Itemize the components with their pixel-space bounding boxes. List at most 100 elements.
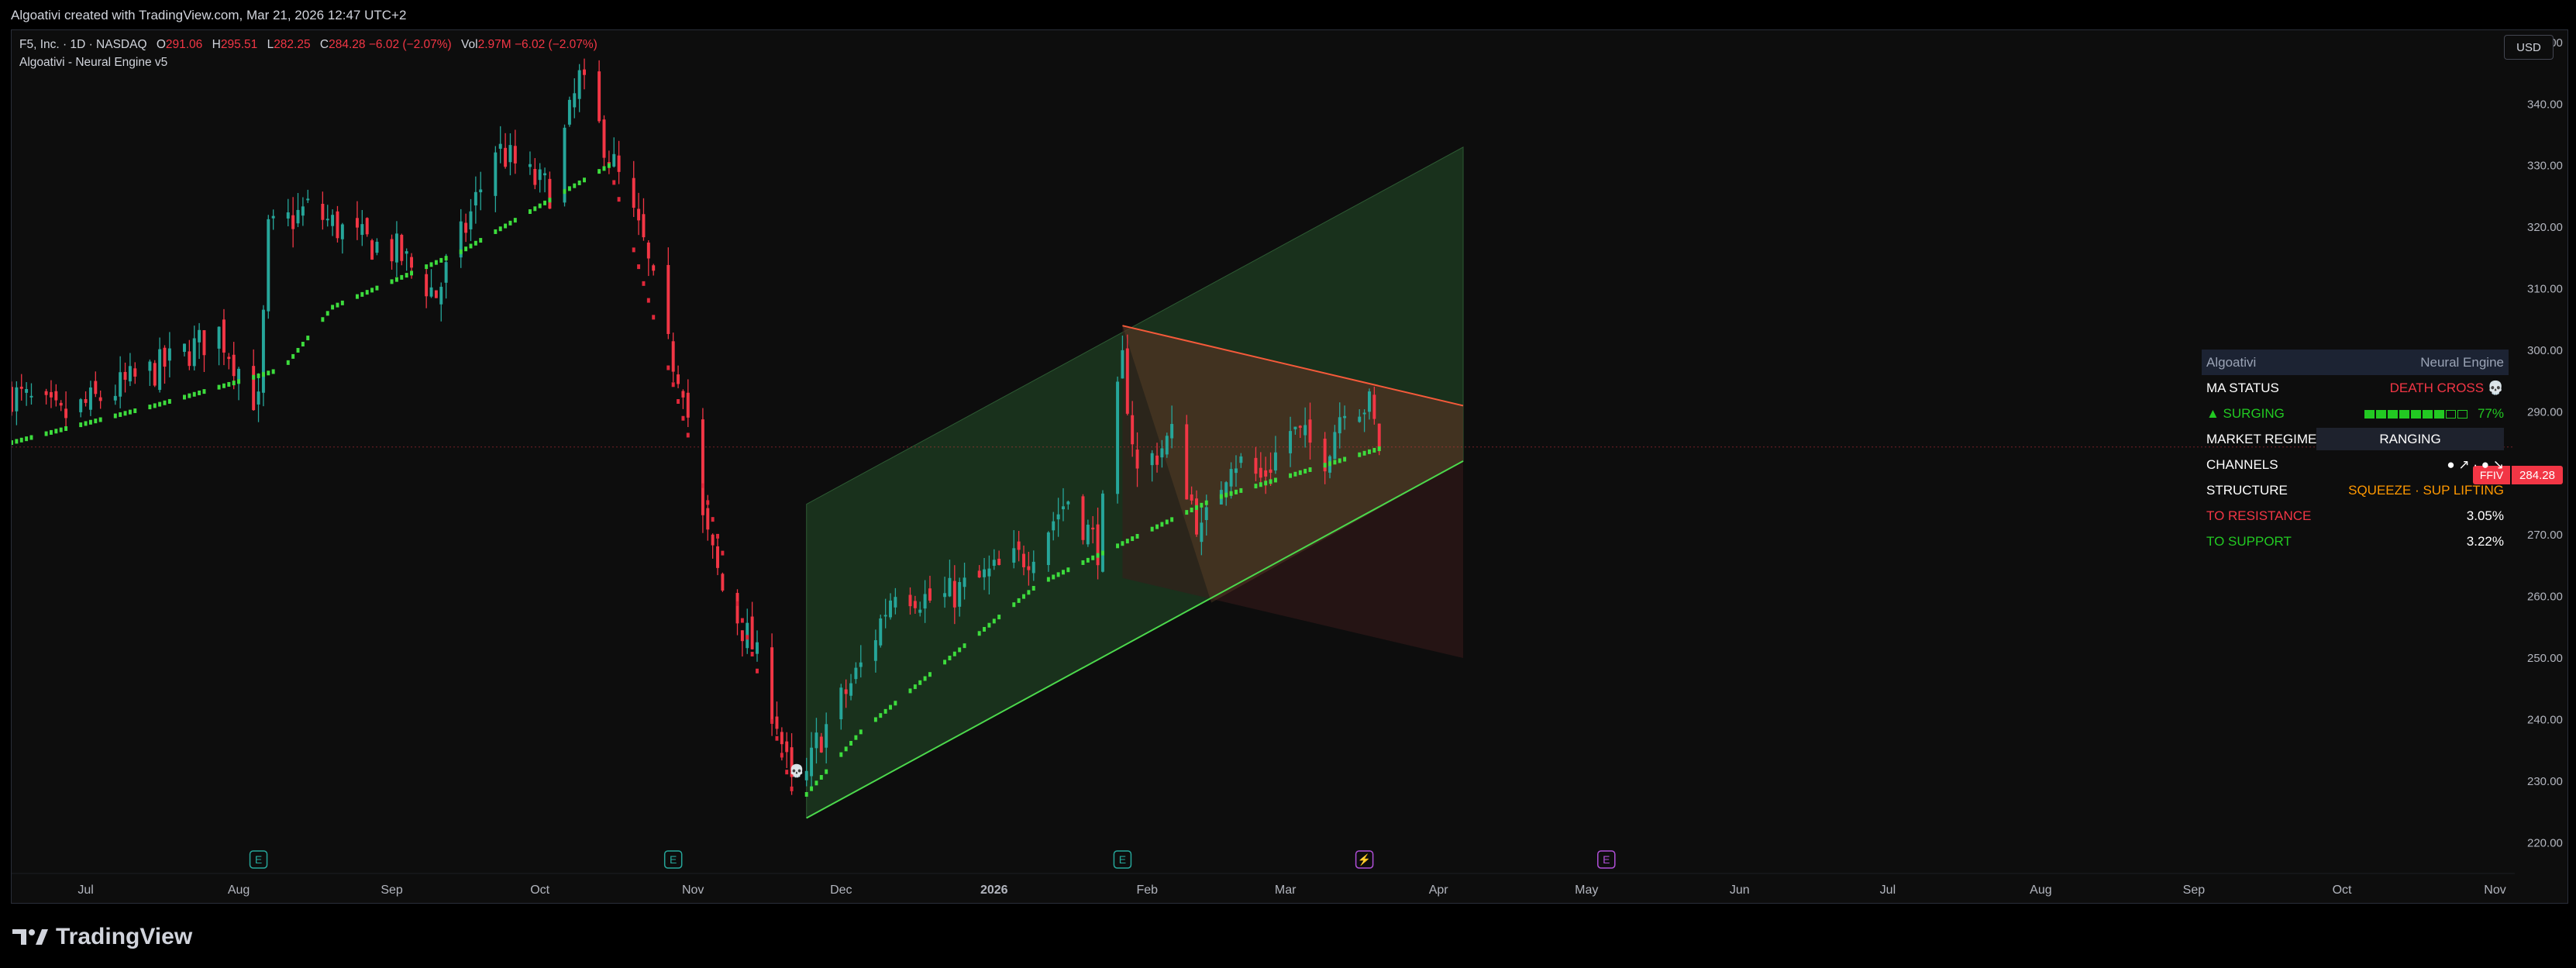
candle-body xyxy=(1056,514,1060,520)
legend-low-value: 282.25 xyxy=(274,38,311,51)
candle-body xyxy=(1031,561,1035,574)
candle-body xyxy=(1269,469,1273,474)
candle-body xyxy=(1229,469,1233,487)
x-tick-label: Nov xyxy=(682,884,704,897)
ma-segment xyxy=(98,417,102,422)
candle-body xyxy=(928,588,932,601)
strength-meter-segment xyxy=(2399,410,2410,419)
ma-segment xyxy=(1081,560,1085,565)
ma-segment xyxy=(528,209,532,215)
ma-segment xyxy=(365,290,369,295)
candle-body xyxy=(1150,453,1154,466)
ma-segment xyxy=(543,200,547,205)
x-tick-label: Jul xyxy=(77,884,93,897)
ma-segment xyxy=(49,429,53,435)
ma-segment xyxy=(913,684,917,690)
candle-body xyxy=(25,388,29,393)
ma-segment xyxy=(1046,577,1050,582)
ma-segment xyxy=(508,220,512,226)
legend-low-label: L xyxy=(267,38,274,51)
y-tick-label: 290.00 xyxy=(2527,405,2563,419)
ma-segment xyxy=(286,360,290,365)
ma-segment xyxy=(671,382,675,388)
panel-row: STRUCTURE SQUEEZE · SUP LIFTING xyxy=(2202,477,2509,503)
candle-body xyxy=(1239,456,1243,463)
ma-segment xyxy=(1219,494,1223,499)
candle-body xyxy=(15,387,19,412)
ma-segment xyxy=(879,713,883,718)
strength-meter-segment xyxy=(2434,410,2445,419)
candle-body xyxy=(113,395,117,401)
x-tick-label: Jul xyxy=(1880,884,1896,897)
x-tick-label: Nov xyxy=(2484,884,2505,897)
candle-body xyxy=(943,593,947,598)
indicator-legend[interactable]: Algoativi - Neural Engine v5 xyxy=(19,56,167,70)
candle-body xyxy=(192,338,196,367)
x-tick-label: Oct xyxy=(2333,884,2352,897)
ma-segment xyxy=(1155,524,1159,529)
strength-meter-segment xyxy=(2364,410,2375,419)
candle-body xyxy=(1190,494,1193,501)
candle-body xyxy=(538,169,542,181)
candle-body xyxy=(183,343,186,352)
ma-segment xyxy=(706,500,710,505)
candle-body xyxy=(533,168,537,185)
candle-body xyxy=(528,164,532,167)
y-tick-label: 320.00 xyxy=(2527,221,2563,234)
ma-segment xyxy=(469,243,473,249)
strength-meter-segment xyxy=(2457,410,2468,419)
candle-body xyxy=(1358,416,1362,422)
candle-body xyxy=(479,189,483,193)
candle-body xyxy=(434,290,438,298)
candle-body xyxy=(227,357,231,360)
ma-segment xyxy=(405,273,408,278)
ma-segment xyxy=(666,365,670,370)
legend-open-label: O xyxy=(156,38,166,51)
candle-body xyxy=(598,71,601,122)
candle-body xyxy=(963,577,966,587)
candle-body xyxy=(513,146,517,164)
candle-body xyxy=(750,616,754,649)
ma-segment xyxy=(756,668,759,673)
ma-segment xyxy=(1323,463,1327,468)
ma-segment xyxy=(1062,570,1065,575)
ma-segment xyxy=(336,302,339,308)
candle-body xyxy=(1091,527,1095,530)
candle-body xyxy=(390,239,394,262)
candle-body xyxy=(701,419,704,515)
candle-body xyxy=(617,155,621,172)
ma-segment xyxy=(943,660,947,665)
x-tick-label: 2026 xyxy=(980,884,1008,897)
candle-body xyxy=(1204,507,1208,520)
ma-segment xyxy=(923,676,927,681)
ma-segment xyxy=(1367,449,1371,454)
ma-segment xyxy=(1022,594,1025,599)
tradingview-logo[interactable]: TradingView xyxy=(12,924,192,950)
candle-body xyxy=(252,366,256,411)
price-chart[interactable]: 220.00230.00240.00250.00260.00270.00280.… xyxy=(12,30,2567,903)
panel-row-value: 3.05% xyxy=(2466,508,2504,523)
ma-segment xyxy=(119,412,122,417)
ma-segment xyxy=(1066,567,1070,573)
candle-body xyxy=(331,215,335,226)
candle-body xyxy=(202,330,206,356)
panel-row: TO SUPPORT 3.22% xyxy=(2202,529,2509,554)
top-bar: Algoativi created with TradingView.com, … xyxy=(0,0,2576,31)
ma-segment xyxy=(271,369,275,374)
strength-meter-segment xyxy=(2388,410,2399,419)
candle-body xyxy=(498,143,502,149)
neural-engine-panel: Algoativi Neural Engine MA STATUS DEATH C… xyxy=(2202,350,2509,554)
candle-body xyxy=(1234,468,1238,474)
ma-segment xyxy=(1121,541,1124,546)
candle-body xyxy=(504,147,508,167)
ma-segment xyxy=(908,688,912,694)
ma-segment xyxy=(1239,487,1243,493)
ma-segment xyxy=(652,315,656,320)
chart-frame[interactable]: 220.00230.00240.00250.00260.00270.00280.… xyxy=(11,29,2568,904)
ma-segment xyxy=(804,791,808,797)
ma-segment xyxy=(701,483,704,488)
currency-button[interactable]: USD xyxy=(2504,35,2554,60)
ma-segment xyxy=(563,189,567,195)
ma-segment xyxy=(859,729,863,735)
candle-body xyxy=(1293,426,1297,429)
